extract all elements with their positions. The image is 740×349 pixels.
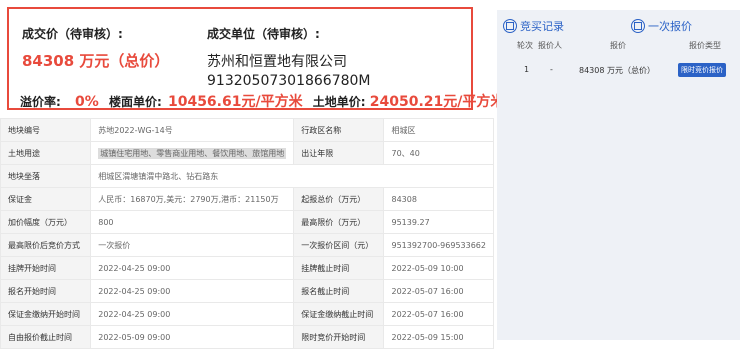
field-value: 相城区渭塘镇渭中路北、钻石路东: [90, 164, 494, 188]
field-label: 挂牌截止时间: [293, 256, 385, 280]
field-label: 报名开始时间: [0, 279, 92, 303]
field-value: 2022-05-09 10:00: [383, 256, 494, 280]
table-row: 保证金缴纳开始时间 2022-04-25 09:00 保证金缴纳截止时间 202…: [0, 302, 494, 326]
table-row: 地块坐落 相城区渭塘镇渭中路北、钻石路东: [0, 164, 494, 188]
bid-panel: 竞买记录 一次报价 轮次 报价人 报价 报价类型 1 - 84308 万元（总价…: [497, 10, 740, 340]
field-label: 地块坐落: [0, 164, 92, 188]
field-value: 2022-04-25 09:00: [90, 279, 295, 303]
price-metrics: 溢价率: 0% 楼面单价: 10456.61元/平方米 土地单价: 24050.…: [20, 91, 504, 111]
bid-type-badge: 限时竞价报价: [678, 63, 726, 77]
premium-label: 溢价率:: [20, 95, 61, 109]
floor-value: 10456.61元/平方米: [167, 94, 303, 110]
field-label: 报名截止时间: [293, 279, 385, 303]
field-label: 保证金缴纳开始时间: [0, 302, 92, 326]
unit-label: 成交单位（待审核）:: [207, 27, 320, 41]
field-label: 起报总价（万元）: [293, 187, 385, 211]
field-label: 保证金缴纳截止时间: [293, 302, 385, 326]
tab-label: 竞买记录: [520, 20, 564, 33]
premium-value: 0%: [75, 94, 99, 110]
land-value: 24050.21元/平方米: [369, 94, 505, 110]
table-row: 保证金 人民币：16870万,美元：2790万,港币：21150万 起报总价（万…: [0, 187, 494, 211]
field-value: 人民币：16870万,美元：2790万,港币：21150万: [90, 187, 295, 211]
field-label: 限时竞价开始时间: [293, 325, 385, 349]
col-round: 轮次: [517, 41, 533, 50]
field-value: 一次报价: [90, 233, 295, 257]
tab-bid-records[interactable]: 竞买记录: [503, 18, 564, 34]
field-label: 土地用途: [0, 141, 92, 165]
field-value: 相城区: [383, 118, 494, 142]
tab-label: 一次报价: [648, 20, 692, 33]
panel-tabs: 竞买记录 一次报价: [503, 18, 738, 36]
record-bidder: -: [550, 65, 553, 74]
tab-one-time-bid[interactable]: 一次报价: [631, 18, 692, 34]
field-value: 2022-05-07 16:00: [383, 302, 494, 326]
col-price: 报价: [610, 41, 626, 50]
field-value: 84308: [383, 187, 494, 211]
land-info-table: 地块编号 苏地2022-WG-14号 行政区名称 相城区 土地用途 城镇住宅用地…: [0, 118, 494, 349]
price-label: 成交价（待审核）:: [22, 27, 123, 41]
field-label: 行政区名称: [293, 118, 385, 142]
field-value: 70、40: [383, 141, 494, 165]
field-value: 2022-04-25 09:00: [90, 302, 295, 326]
table-row: 最高限价后竞价方式 一次报价 一次报价区间（元） 951392700-96953…: [0, 233, 494, 257]
table-row: 报名开始时间 2022-04-25 09:00 报名截止时间 2022-05-0…: [0, 279, 494, 303]
record-price: 84308 万元（总价）: [579, 66, 655, 75]
field-label: 地块编号: [0, 118, 92, 142]
field-value: 城镇住宅用地、零售商业用地、餐饮用地、旅馆用地: [90, 141, 295, 165]
field-label: 最高限价后竞价方式: [0, 233, 92, 257]
field-value: 800: [90, 210, 295, 234]
record-icon: [503, 19, 517, 33]
field-label: 出让年限: [293, 141, 385, 165]
field-label: 自由报价截止时间: [0, 325, 92, 349]
land-use-highlight: 城镇住宅用地、零售商业用地、餐饮用地、旅馆用地: [98, 147, 287, 159]
land-label: 土地单价:: [312, 95, 366, 109]
table-row: 挂牌开始时间 2022-04-25 09:00 挂牌截止时间 2022-05-0…: [0, 256, 494, 280]
field-value: 2022-05-09 09:00: [90, 325, 295, 349]
field-value: 95139.27: [383, 210, 494, 234]
field-label: 加价幅度（万元）: [0, 210, 92, 234]
record-round: 1: [524, 65, 530, 74]
table-row: 土地用途 城镇住宅用地、零售商业用地、餐饮用地、旅馆用地 出让年限 70、40: [0, 141, 494, 165]
field-label: 最高限价（万元）: [293, 210, 385, 234]
quote-icon: [631, 19, 645, 33]
field-value: 2022-05-07 16:00: [383, 279, 494, 303]
table-row: 加价幅度（万元） 800 最高限价（万元） 95139.27: [0, 210, 494, 234]
winner-info: 苏州和恒置地有限公司 91320507301866780M: [207, 53, 371, 91]
field-value: 2022-05-09 15:00: [383, 325, 494, 349]
field-value: 苏地2022-WG-14号: [90, 118, 295, 142]
field-label: 保证金: [0, 187, 92, 211]
table-row: 地块编号 苏地2022-WG-14号 行政区名称 相城区: [0, 118, 494, 142]
table-row: 自由报价截止时间 2022-05-09 09:00 限时竞价开始时间 2022-…: [0, 325, 494, 349]
field-value: 951392700-969533662: [383, 233, 494, 257]
field-value: 2022-04-25 09:00: [90, 256, 295, 280]
field-label: 挂牌开始时间: [0, 256, 92, 280]
col-bidder: 报价人: [538, 41, 562, 50]
field-label: 一次报价区间（元）: [293, 233, 385, 257]
price-value: 84308 万元（总价）: [22, 52, 170, 70]
col-type: 报价类型: [689, 41, 721, 50]
company-code: 91320507301866780M: [207, 73, 371, 89]
company-name: 苏州和恒置地有限公司: [207, 54, 347, 70]
floor-label: 楼面单价:: [108, 95, 162, 109]
deal-summary: 成交价（待审核）: 84308 万元（总价） 成交单位（待审核）: 苏州和恒置地…: [7, 7, 504, 110]
